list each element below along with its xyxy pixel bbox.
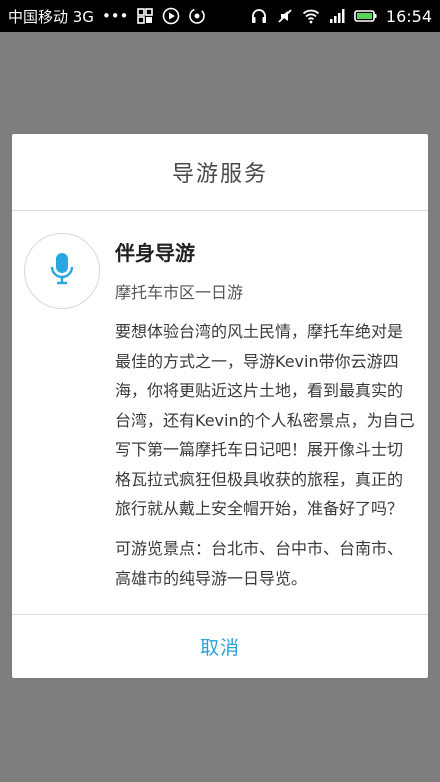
guide-name: 伴身导游 <box>115 241 195 265</box>
notification-dots: ••• <box>101 7 129 25</box>
headphones-icon <box>250 7 268 25</box>
sync-icon <box>188 7 206 25</box>
avatar <box>24 233 100 309</box>
status-bar: 中国移动 3G ••• 16:54 <box>0 0 440 32</box>
wifi-icon <box>302 7 320 25</box>
tour-description: 要想体验台湾的风土民情，摩托车绝对是最佳的方式之一，导游Kevin带你云游四海，… <box>115 322 415 518</box>
mute-icon <box>276 7 294 25</box>
microphone-icon <box>48 251 76 291</box>
battery-icon <box>354 7 378 25</box>
cancel-button[interactable]: 取消 <box>12 615 428 678</box>
carrier-label: 中国移动 3G <box>8 7 94 26</box>
play-icon <box>162 7 180 25</box>
tour-spots: 可游览景点：台北市、台中市、台南市、高雄市的纯导游一日导览。 <box>115 539 404 588</box>
signal-icon <box>328 7 346 25</box>
dialog-title: 导游服务 <box>171 162 268 187</box>
guide-service-dialog: 导游服务 伴身导游 摩托车市区一日游 要想体验台湾的风土民情，摩托车绝对是最佳的… <box>12 134 428 678</box>
status-bar-right: 16:54 <box>250 7 432 26</box>
status-bar-left: 中国移动 3G ••• <box>8 6 206 27</box>
tour-name: 摩托车市区一日游 <box>115 283 244 302</box>
grid-icon <box>136 7 154 25</box>
status-time: 16:54 <box>385 6 432 26</box>
